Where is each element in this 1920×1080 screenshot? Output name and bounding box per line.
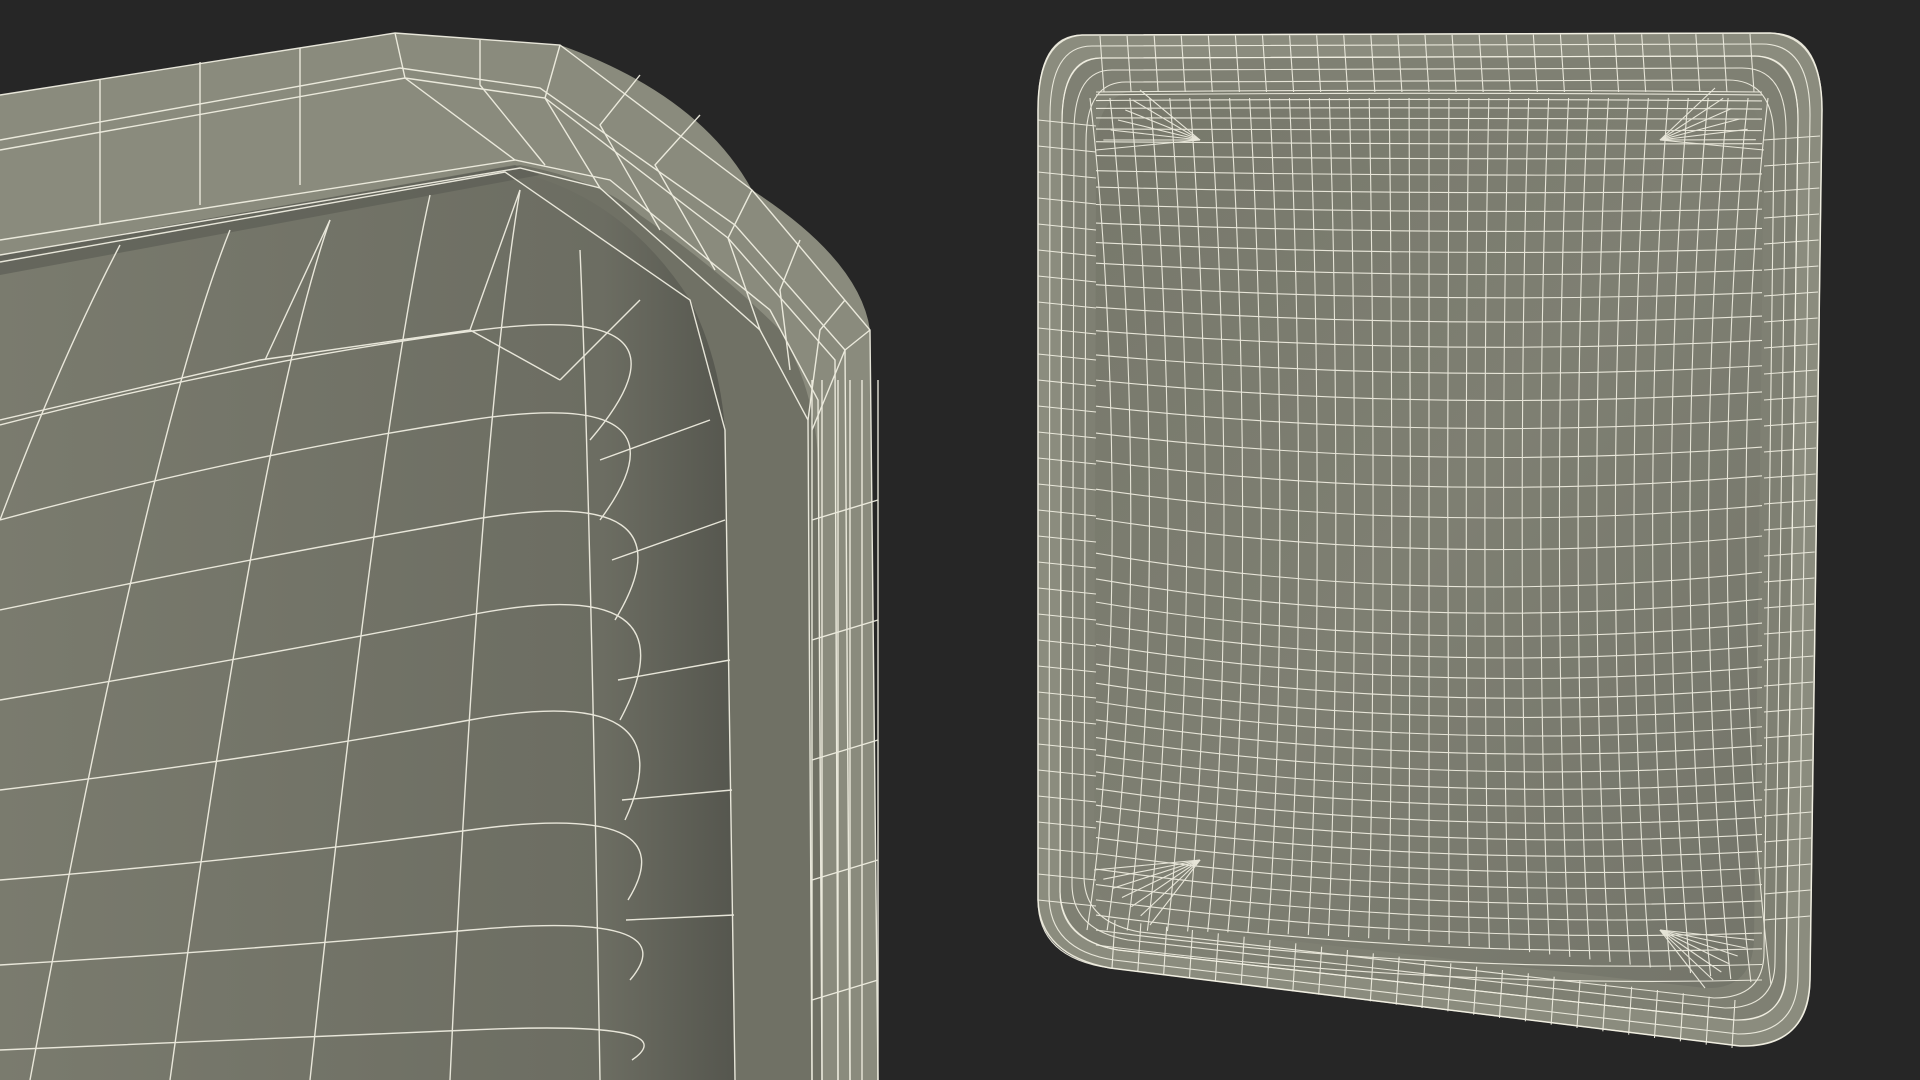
full-tray-top-view xyxy=(1037,32,1823,1049)
render-viewport xyxy=(0,32,1823,1080)
closeup-floor xyxy=(0,168,735,1080)
closeup-corner-view xyxy=(0,32,879,1080)
